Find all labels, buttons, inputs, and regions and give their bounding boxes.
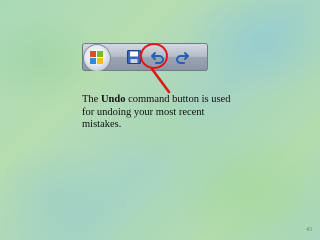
page-number: 43 [306,227,312,233]
caption-emphasis: Undo [100,94,126,105]
office-button[interactable] [84,45,110,71]
caption-prefix: The [82,94,101,105]
office-logo-icon [90,51,104,65]
slide: The Undo command button is used for undo… [0,0,320,240]
redo-icon[interactable] [174,49,190,65]
pointer-arrow-icon [150,67,171,94]
caption-text: The Undo command button is used for undo… [82,94,242,132]
